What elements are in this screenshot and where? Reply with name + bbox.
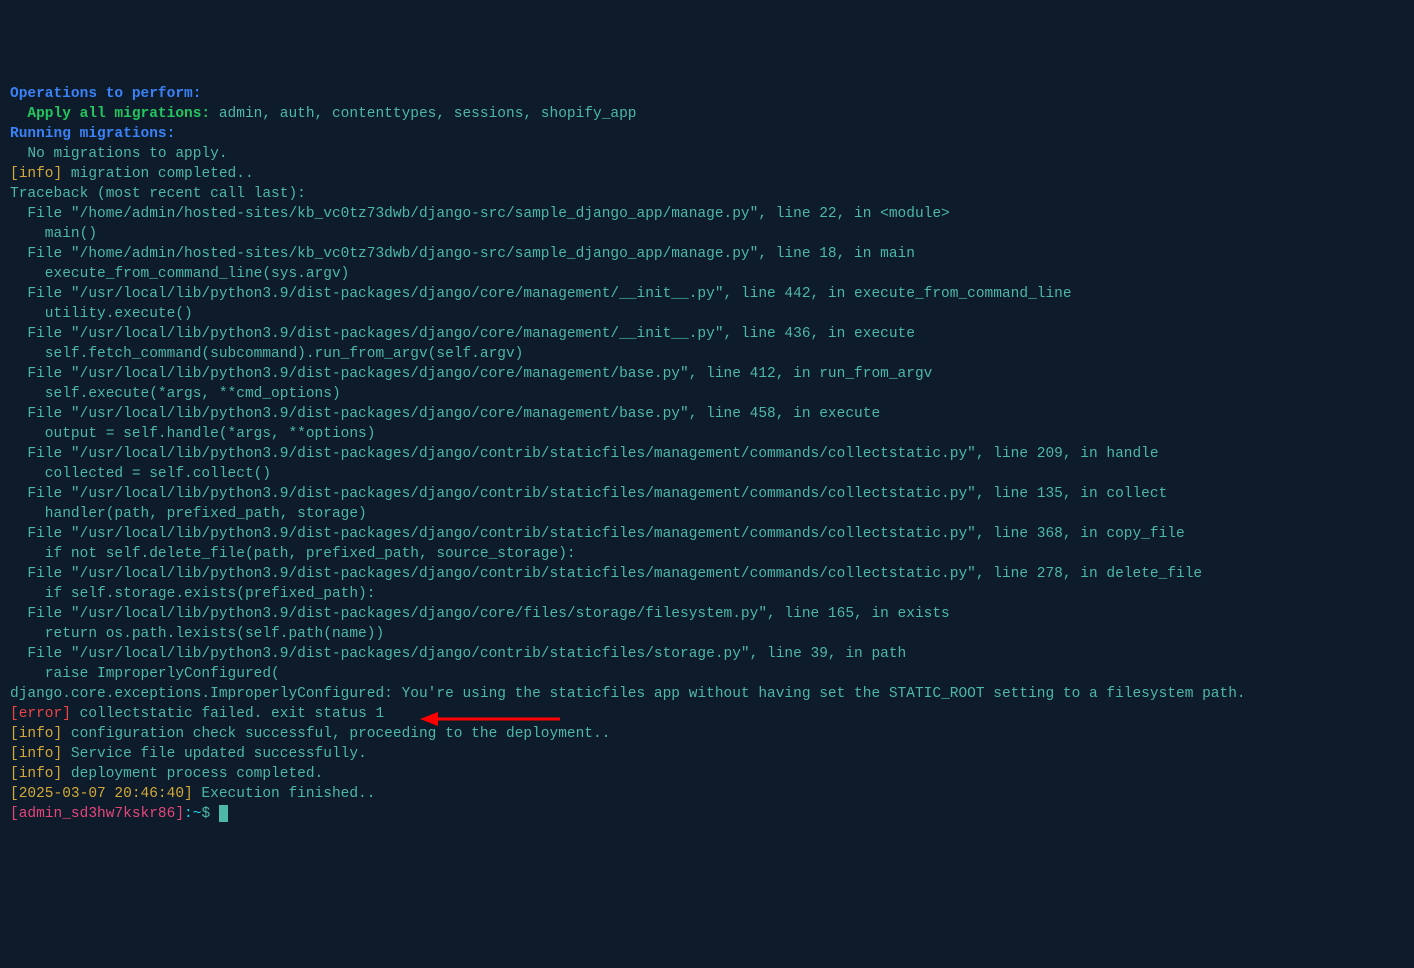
traceback-line: if not self.delete_file(path, prefixed_p… [10, 546, 576, 562]
terminal-output[interactable]: Operations to perform: Apply all migrati… [10, 84, 1404, 824]
traceback-line: if self.storage.exists(prefixed_path): [10, 586, 375, 602]
traceback-line: File "/usr/local/lib/python3.9/dist-pack… [10, 566, 1202, 582]
traceback-line: File "/usr/local/lib/python3.9/dist-pack… [10, 446, 1159, 462]
running-migrations-header: Running migrations: [10, 126, 175, 142]
traceback-line: handler(path, prefixed_path, storage) [10, 506, 367, 522]
traceback-line: File "/usr/local/lib/python3.9/dist-pack… [10, 526, 1185, 542]
prompt-dollar: $ [201, 806, 218, 822]
exception-text: django.core.exceptions.ImproperlyConfigu… [10, 686, 1246, 702]
execution-finished-text: Execution finished.. [193, 786, 376, 802]
migration-completed-text: migration completed.. [62, 166, 253, 182]
traceback-line: File "/usr/local/lib/python3.9/dist-pack… [10, 606, 950, 622]
traceback-line: return os.path.lexists(self.path(name)) [10, 626, 384, 642]
info-deploy-text: deployment process completed. [62, 766, 323, 782]
info-tag: [info] [10, 766, 62, 782]
traceback-line: main() [10, 226, 97, 242]
no-migrations-text: No migrations to apply. [10, 146, 228, 162]
traceback-line: File "/usr/local/lib/python3.9/dist-pack… [10, 406, 880, 422]
traceback-line: collected = self.collect() [10, 466, 271, 482]
traceback-line: self.execute(*args, **cmd_options) [10, 386, 341, 402]
traceback-line: File "/home/admin/hosted-sites/kb_vc0tz7… [10, 206, 950, 222]
traceback-line: raise ImproperlyConfigured( [10, 666, 280, 682]
traceback-line: File "/usr/local/lib/python3.9/dist-pack… [10, 366, 932, 382]
traceback-line: File "/home/admin/hosted-sites/kb_vc0tz7… [10, 246, 915, 262]
traceback-line: File "/usr/local/lib/python3.9/dist-pack… [10, 486, 1167, 502]
traceback-line: output = self.handle(*args, **options) [10, 426, 375, 442]
traceback-line: File "/usr/local/lib/python3.9/dist-pack… [10, 286, 1072, 302]
prompt-user: [admin_sd3hw7kskr86] [10, 806, 184, 822]
apply-migrations-label: Apply all migrations: [10, 106, 219, 122]
info-tag: [info] [10, 166, 62, 182]
cursor-icon [219, 805, 228, 822]
operations-header: Operations to perform: [10, 86, 201, 102]
traceback-line: self.fetch_command(subcommand).run_from_… [10, 346, 523, 362]
info-tag: [info] [10, 746, 62, 762]
timestamp-tag: [2025-03-07 20:46:40] [10, 786, 193, 802]
info-tag: [info] [10, 726, 62, 742]
traceback-line: execute_from_command_line(sys.argv) [10, 266, 349, 282]
traceback-line: utility.execute() [10, 306, 193, 322]
annotation-arrow-icon [420, 709, 560, 729]
error-collectstatic-text: collectstatic failed. exit status 1 [71, 706, 384, 722]
info-service-text: Service file updated successfully. [62, 746, 367, 762]
apply-migrations-list: admin, auth, contenttypes, sessions, sho… [219, 106, 637, 122]
traceback-line: File "/usr/local/lib/python3.9/dist-pack… [10, 646, 906, 662]
traceback-line: File "/usr/local/lib/python3.9/dist-pack… [10, 326, 915, 342]
traceback-header: Traceback (most recent call last): [10, 186, 306, 202]
prompt-path: :~ [184, 806, 201, 822]
error-tag: [error] [10, 706, 71, 722]
